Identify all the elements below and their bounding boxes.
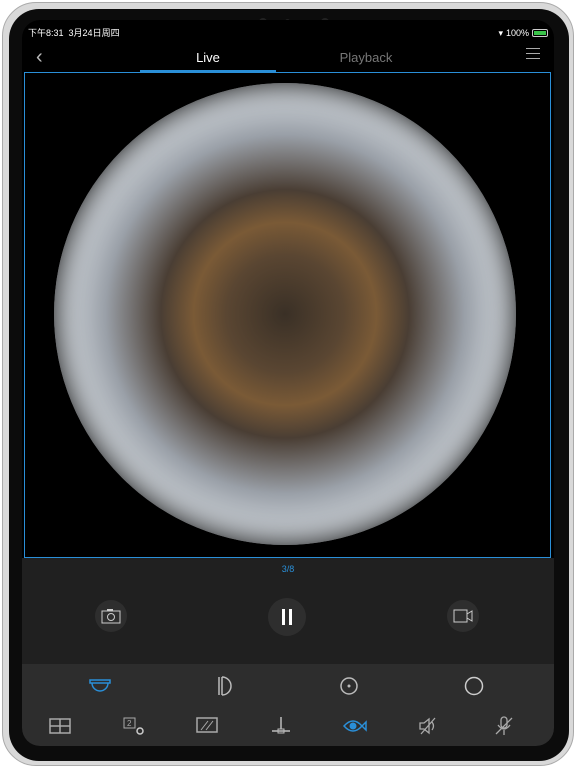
talk-button[interactable] <box>492 714 516 738</box>
mic-muted-icon <box>495 716 513 735</box>
speaker-muted-icon <box>419 717 436 735</box>
wall-mount-button[interactable] <box>213 674 237 698</box>
wall-mount-icon <box>218 676 232 696</box>
rotate-button[interactable] <box>337 674 361 698</box>
video-view[interactable] <box>24 72 551 558</box>
audio-button[interactable] <box>417 714 441 738</box>
pause-button[interactable] <box>268 598 306 636</box>
ceiling-mount-button[interactable] <box>88 674 112 698</box>
screen: 下午8:31 3月24日周四 ▾ 100% ‹ Live Playback 3/8… <box>22 20 554 746</box>
circle-view-button[interactable] <box>462 674 486 698</box>
channel-list-icon[interactable] <box>526 48 540 62</box>
image-quality-button[interactable] <box>195 714 219 738</box>
toolbar: 2 <box>22 664 554 746</box>
rotate-icon <box>340 677 358 695</box>
grid-layout-icon <box>49 718 71 734</box>
header: ‹ Live Playback <box>22 42 554 72</box>
playback-controls: 3/8 <box>22 558 554 664</box>
record-button[interactable] <box>447 600 479 632</box>
ptz-joystick-icon <box>272 717 290 734</box>
fisheye-video-feed <box>54 83 516 545</box>
wifi-icon: ▾ <box>498 27 503 38</box>
stream-select-button[interactable]: 2 <box>122 714 146 738</box>
battery-icon <box>532 29 548 37</box>
circle-view-icon <box>464 676 484 696</box>
status-bar: 下午8:31 3月24日周四 ▾ 100% <box>28 26 548 40</box>
tab-live[interactable]: Live <box>140 50 276 72</box>
stream-select-icon: 2 <box>123 717 144 735</box>
fisheye-icon <box>343 720 367 732</box>
back-button[interactable]: ‹ <box>36 46 43 69</box>
image-quality-icon <box>196 717 218 733</box>
battery-percent: 100% <box>505 28 529 38</box>
ptz-button[interactable] <box>269 714 293 738</box>
svg-text:2: 2 <box>127 719 132 728</box>
pause-icon <box>282 609 292 625</box>
channel-counter: 3/8 <box>281 564 295 574</box>
ceiling-mount-icon <box>89 679 111 692</box>
fisheye-button[interactable] <box>343 714 367 738</box>
camera-icon <box>101 609 121 624</box>
tab-playback[interactable]: Playback <box>298 50 434 72</box>
video-record-icon <box>453 609 473 623</box>
status-time: 下午8:31 <box>28 28 64 38</box>
snapshot-button[interactable] <box>95 600 127 632</box>
grid-layout-button[interactable] <box>48 714 72 738</box>
status-date: 3月24日周四 <box>68 28 120 38</box>
